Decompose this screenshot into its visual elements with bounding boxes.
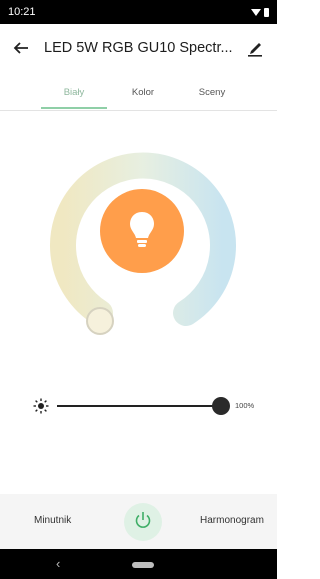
nav-home-icon[interactable] xyxy=(132,562,154,568)
tab-bar: Biały Kolor Sceny xyxy=(0,76,277,111)
status-time: 10:21 xyxy=(8,6,36,18)
tab-label: Biały xyxy=(63,87,85,98)
brightness-track[interactable] xyxy=(57,405,221,407)
app-header: LED 5W RGB GU10 Spectr... xyxy=(0,24,277,72)
page-title: LED 5W RGB GU10 Spectr... xyxy=(44,40,233,56)
temperature-thumb[interactable] xyxy=(86,307,114,335)
brightness-value: 100% xyxy=(235,401,255,410)
wifi-icon xyxy=(251,8,261,16)
nav-back-icon[interactable]: ‹ xyxy=(56,557,70,571)
system-nav-bar: ‹ xyxy=(0,549,277,579)
schedule-button[interactable]: Harmonogram xyxy=(200,515,264,526)
sun-icon xyxy=(33,398,49,414)
tab-label: Kolor xyxy=(131,87,155,98)
back-arrow-icon[interactable] xyxy=(10,37,32,59)
tab-sceny[interactable]: Sceny xyxy=(179,76,245,109)
brightness-slider-row: 100% xyxy=(33,396,263,416)
tab-kolor[interactable]: Kolor xyxy=(110,76,176,109)
status-bar: 10:21 xyxy=(0,0,277,24)
battery-icon xyxy=(264,7,269,17)
tab-bialy[interactable]: Biały xyxy=(41,76,107,109)
active-tab-indicator xyxy=(41,107,107,109)
edit-icon[interactable] xyxy=(243,36,267,60)
timer-button[interactable]: Minutnik xyxy=(34,515,71,526)
tab-label: Sceny xyxy=(198,87,226,98)
bulb-icon xyxy=(126,209,158,254)
power-button[interactable] xyxy=(124,503,162,541)
brightness-thumb[interactable] xyxy=(212,397,230,415)
bulb-button[interactable] xyxy=(100,189,184,273)
status-icons xyxy=(251,7,269,17)
power-icon xyxy=(133,510,153,535)
bottom-bar: Minutnik Harmonogram xyxy=(0,494,277,549)
